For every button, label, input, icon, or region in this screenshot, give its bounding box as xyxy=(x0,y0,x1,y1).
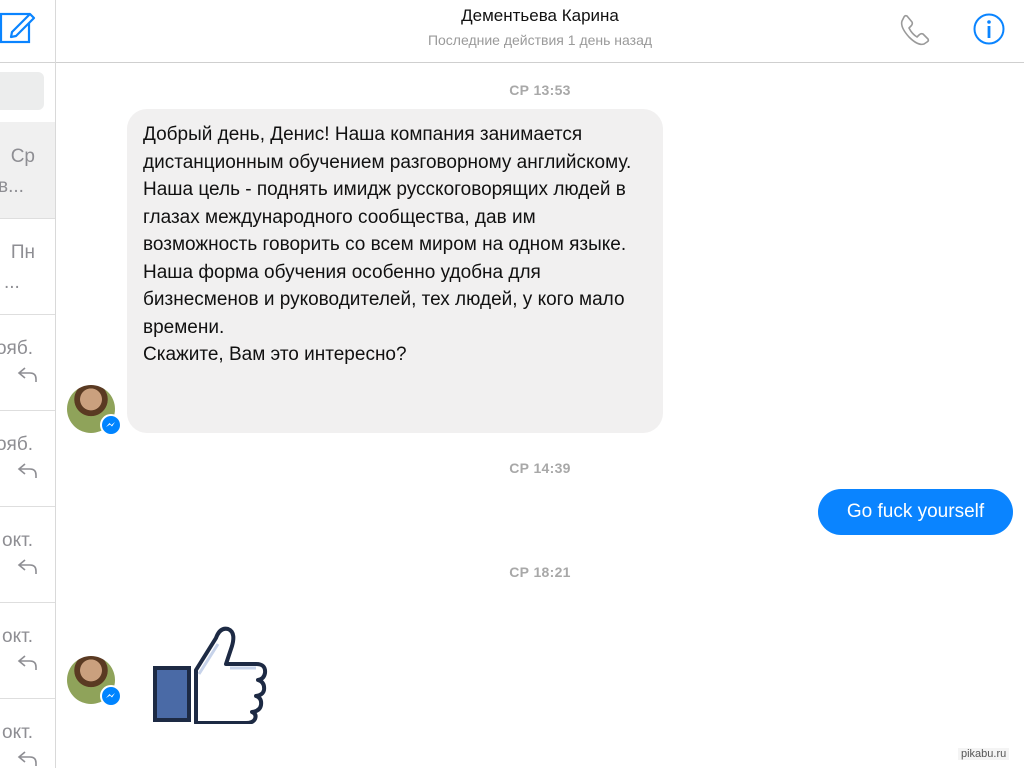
reply-icon xyxy=(17,655,37,670)
message-timestamp: СР 13:53 xyxy=(509,82,571,98)
outgoing-message-bubble[interactable]: Go fuck yourself xyxy=(818,489,1013,535)
conversation-date: окт. xyxy=(2,530,33,551)
conversation-preview: ... xyxy=(4,272,20,293)
last-active-status: Последние действия 1 день назад xyxy=(427,32,653,48)
message-paragraph: Наша форма обучения особенно удобна для … xyxy=(143,261,625,338)
incoming-message-bubble[interactable]: Добрый день, Денис! Наша компания занима… xyxy=(127,109,663,433)
conversation-date: окт. xyxy=(2,722,33,743)
conversation-date: Ср xyxy=(10,146,35,167)
messenger-badge-icon xyxy=(100,685,122,707)
conversation-item[interactable]: окт. xyxy=(0,602,55,699)
message-timestamp: СР 14:39 xyxy=(509,460,571,476)
reply-icon xyxy=(17,463,37,478)
conversation-sidebar: Ср в... Пн ... ояб. ояб. окт. окт. окт. xyxy=(0,0,56,768)
compose-icon[interactable] xyxy=(0,10,36,46)
watermark: pikabu.ru xyxy=(958,748,1010,760)
reply-icon xyxy=(17,559,37,574)
contact-name: Дементьева Карина xyxy=(461,6,619,25)
conversation-item[interactable]: ояб. xyxy=(0,410,55,507)
search-field[interactable] xyxy=(0,72,44,110)
conversation-item[interactable]: окт. xyxy=(0,698,55,768)
conversation-item[interactable]: окт. xyxy=(0,506,55,603)
conversation-item[interactable]: Ср в... xyxy=(0,122,55,219)
chat-header: Дементьева Карина Последние действия 1 д… xyxy=(56,0,1024,63)
sidebar-toolbar xyxy=(0,0,55,63)
info-icon[interactable] xyxy=(972,12,1006,46)
conversation-date: окт. xyxy=(2,626,33,647)
messenger-badge-icon xyxy=(100,414,122,436)
reply-icon xyxy=(17,367,37,382)
conversation-preview: в... xyxy=(0,176,24,197)
thumbs-up-icon[interactable] xyxy=(152,624,268,724)
conversation-date: ояб. xyxy=(0,338,33,359)
conversation-date: Пн xyxy=(10,242,35,263)
phone-icon[interactable] xyxy=(898,12,932,46)
message-timestamp: СР 18:21 xyxy=(509,564,571,580)
message-paragraph: Скажите, Вам это интересно? xyxy=(143,344,407,365)
reply-icon xyxy=(17,751,37,766)
conversation-item[interactable]: Пн ... xyxy=(0,218,55,315)
message-paragraph: Добрый день, Денис! Наша компания занима… xyxy=(143,124,632,255)
conversation-date: ояб. xyxy=(0,434,33,455)
conversation-item[interactable]: ояб. xyxy=(0,314,55,411)
